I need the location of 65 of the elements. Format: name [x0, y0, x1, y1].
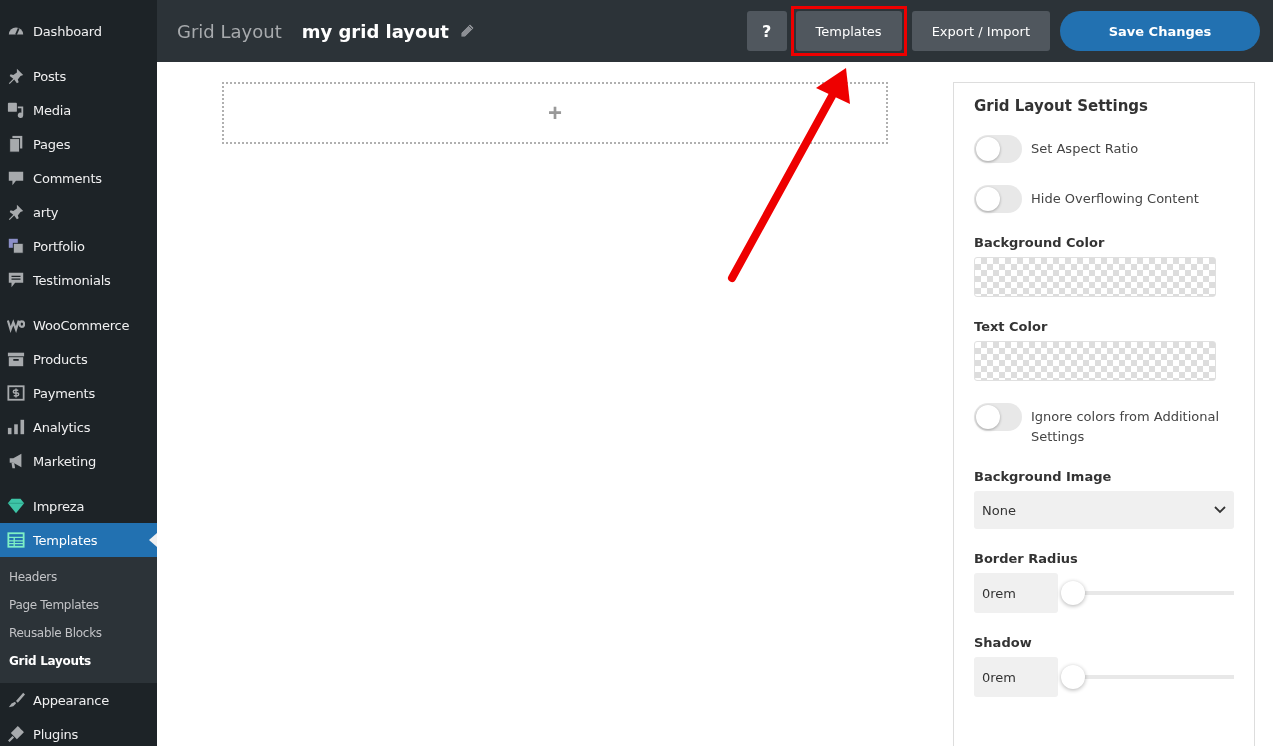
toggle-switch[interactable]	[974, 403, 1022, 431]
menu-item[interactable]: Plugins	[0, 717, 157, 746]
pin-icon	[7, 67, 25, 85]
toggle-label: Set Aspect Ratio	[1031, 140, 1139, 158]
menu-item[interactable]: Payments	[0, 376, 157, 410]
menu-item[interactable]: Comments	[0, 161, 157, 195]
submenu-item[interactable]: Reusable Blocks	[0, 619, 157, 647]
bar-chart-icon	[7, 418, 25, 436]
menu-item[interactable]: Impreza	[0, 489, 157, 523]
speech-bubble-icon	[7, 169, 25, 187]
value-field[interactable]: 0rem	[974, 657, 1058, 697]
value-field[interactable]: 0rem	[974, 573, 1058, 613]
media-icon	[7, 101, 25, 119]
panel-title: Grid Layout Settings	[974, 97, 1149, 115]
chevron-down-icon	[1214, 506, 1226, 514]
menu-item[interactable]: Portfolio	[0, 229, 157, 263]
box-icon	[7, 350, 25, 368]
slider-thumb[interactable]	[1061, 581, 1085, 605]
save-button[interactable]: Save Changes	[1060, 11, 1260, 51]
diamond-icon	[7, 497, 25, 515]
menu-item[interactable]: Products	[0, 342, 157, 376]
select-dropdown[interactable]: None	[974, 491, 1234, 529]
plug-icon	[7, 725, 25, 743]
color-picker-field[interactable]	[974, 257, 1216, 297]
field-label: Background Color	[974, 235, 1106, 250]
menu-item[interactable]: Dashboard	[0, 14, 157, 48]
menu-item[interactable]: Media	[0, 93, 157, 127]
color-picker-field[interactable]	[974, 341, 1216, 381]
field-label: Background Image	[974, 469, 1113, 484]
menu-item[interactable]: Marketing	[0, 444, 157, 478]
slider-track[interactable]	[1061, 581, 1234, 605]
field-label: Shadow	[974, 635, 1033, 650]
menu-item[interactable]: Templates	[0, 523, 157, 557]
portfolio-icon	[7, 237, 25, 255]
toggle-label: Ignore colors from Additional Settings	[1031, 408, 1221, 446]
toggle-switch[interactable]	[974, 135, 1022, 163]
dollar-icon	[7, 384, 25, 402]
toggle-switch[interactable]	[974, 185, 1022, 213]
layout-title: my grid layout	[301, 20, 449, 42]
field-label: Text Color	[974, 319, 1049, 334]
help-button[interactable]: ?	[746, 11, 787, 51]
toolbar-button[interactable]: Export / Import	[911, 11, 1050, 51]
submenu-item[interactable]: Page Templates	[0, 591, 157, 619]
submenu-item[interactable]: Grid Layouts	[0, 647, 157, 675]
menu-item[interactable]: Analytics	[0, 410, 157, 444]
toggle-label: Hide Overflowing Content	[1031, 190, 1199, 208]
pages-icon	[7, 135, 25, 153]
menu-item[interactable]: WooCommerce	[0, 308, 157, 342]
table-icon	[7, 531, 25, 549]
menu-item[interactable]: Appearance	[0, 683, 157, 717]
brush-icon	[7, 691, 25, 709]
menu-item[interactable]: Pages	[0, 127, 157, 161]
slider-track[interactable]	[1061, 665, 1234, 689]
section-label: Grid Layout	[177, 20, 282, 42]
menu-item[interactable]: Testimonials	[0, 263, 157, 297]
submenu-item[interactable]: Headers	[0, 563, 157, 591]
speech-bubble-icon	[7, 271, 25, 289]
field-label: Border Radius	[974, 551, 1079, 566]
menu-item[interactable]: Posts	[0, 59, 157, 93]
pencil-icon[interactable]	[458, 23, 475, 39]
pin-icon	[7, 203, 25, 221]
toolbar-button[interactable]: Templates	[795, 11, 902, 51]
slider-thumb[interactable]	[1061, 665, 1085, 689]
menu-pointer-icon	[149, 533, 157, 547]
menu-item[interactable]: arty	[0, 195, 157, 229]
